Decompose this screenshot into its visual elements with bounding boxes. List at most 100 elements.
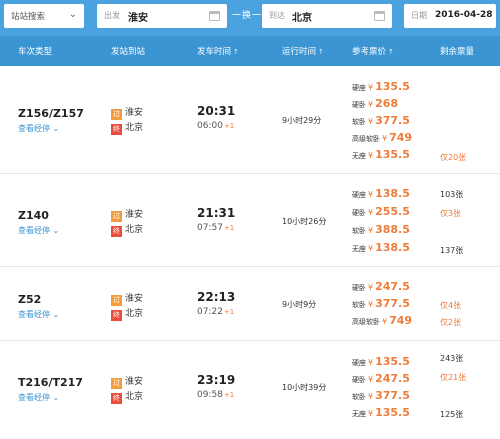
pass-tag: 过 <box>111 295 122 306</box>
to-station: 终北京 <box>111 120 143 135</box>
yen-sign: ¥ <box>368 409 374 418</box>
to-station: 终北京 <box>111 389 143 404</box>
station-search-label: 站站搜索 <box>11 12 46 22</box>
yen-sign: ¥ <box>368 358 374 367</box>
chevron-down-icon: ⌄ <box>52 124 60 133</box>
train-number[interactable]: Z52 <box>18 293 41 306</box>
arrival-time-value: 06:00 <box>197 121 223 131</box>
from-station: 过淮安 <box>111 105 143 120</box>
price-value: 135.5 <box>375 148 410 161</box>
chevron-down-icon: ⌄ <box>52 226 60 235</box>
yen-sign: ¥ <box>368 100 374 109</box>
date-value: 2016-04-28 <box>435 10 493 20</box>
price-value: 135.5 <box>375 406 410 419</box>
station-search-select[interactable]: 站站搜索 ⌄ <box>4 4 84 28</box>
next-day-mark: +1 <box>223 391 235 399</box>
from-station-name: 淮安 <box>125 210 144 220</box>
next-day-mark: +1 <box>223 308 235 316</box>
price-value: 377.5 <box>375 114 410 127</box>
price-line: 硬卧 ¥268 <box>352 97 398 110</box>
from-station-name: 淮安 <box>125 108 144 118</box>
departure-time: 20:31 <box>197 104 236 118</box>
from-label: 出发 <box>104 11 120 20</box>
col-duration[interactable]: 运行时间 ↑ <box>282 45 324 57</box>
arrival-time-value: 07:22 <box>197 307 223 317</box>
arrival-time: 06:00+1 <box>197 121 234 131</box>
from-station-field[interactable]: 出发 淮安 <box>97 4 227 28</box>
pass-tag: 过 <box>111 211 122 222</box>
table-row: T216/T217 查看经停 ⌄ 过淮安 终北京 23:19 09:58+1 1… <box>0 341 500 439</box>
departure-time: 21:31 <box>197 206 236 220</box>
run-duration: 10小时26分 <box>282 217 327 226</box>
chevron-down-icon: ⌄ <box>52 393 60 402</box>
price-line: 硬卧 ¥247.5 <box>352 280 410 293</box>
date-field[interactable]: 日期 2016-04-28 <box>404 4 496 28</box>
view-stops-link[interactable]: 查看经停 ⌄ <box>18 309 59 320</box>
departure-time: 23:19 <box>197 373 236 387</box>
col-price-label: 参考票价 <box>352 47 387 57</box>
col-dep-time-label: 发车时间 <box>197 47 232 57</box>
table-row: Z140 查看经停 ⌄ 过淮安 终北京 21:31 07:57+1 10小时26… <box>0 174 500 267</box>
seat-type: 软卧 <box>352 301 366 309</box>
seat-type: 硬座 <box>352 359 366 367</box>
yen-sign: ¥ <box>368 300 374 309</box>
seat-type: 软卧 <box>352 393 366 401</box>
seat-type: 硬卧 <box>352 101 366 109</box>
price-value: 247.5 <box>375 372 410 385</box>
view-stops-link[interactable]: 查看经停 ⌄ <box>18 392 59 403</box>
col-train-type[interactable]: 车次类型 <box>18 45 52 57</box>
pass-tag: 过 <box>111 109 122 120</box>
sort-up-icon: ↑ <box>388 48 394 56</box>
sort-up-icon: ↑ <box>318 48 324 56</box>
price-line: 硬卧 ¥255.5 <box>352 205 410 218</box>
price-line: 无座 ¥138.5 <box>352 241 410 254</box>
remaining-tickets: 103张 <box>440 190 464 199</box>
yen-sign: ¥ <box>368 83 374 92</box>
price-line: 高级软卧 ¥749 <box>352 131 412 144</box>
search-bar: 站站搜索 ⌄ 出发 淮安 一换一 到达 北京 日期 2016-04-28 <box>0 0 500 36</box>
view-stops-label: 查看经停 <box>18 393 50 402</box>
price-line: 硬座 ¥135.5 <box>352 80 410 93</box>
price-line: 硬座 ¥135.5 <box>352 355 410 368</box>
price-value: 135.5 <box>375 80 410 93</box>
from-station: 过淮安 <box>111 374 143 389</box>
chevron-down-icon: ⌄ <box>52 310 60 319</box>
swap-button[interactable]: 一换一 <box>232 8 262 21</box>
price-line: 无座 ¥135.5 <box>352 148 410 161</box>
seat-type: 硬卧 <box>352 209 366 217</box>
from-station-name: 淮安 <box>125 377 144 387</box>
sort-up-icon: ↑ <box>233 48 239 56</box>
col-price[interactable]: 参考票价 ↑ <box>352 45 394 57</box>
train-number[interactable]: Z140 <box>18 209 49 222</box>
view-stops-link[interactable]: 查看经停 ⌄ <box>18 225 59 236</box>
chevron-down-icon: ⌄ <box>68 9 77 20</box>
price-value: 377.5 <box>375 297 410 310</box>
price-value: 247.5 <box>375 280 410 293</box>
train-number[interactable]: T216/T217 <box>18 376 83 389</box>
yen-sign: ¥ <box>368 283 374 292</box>
price-line: 硬座 ¥138.5 <box>352 187 410 200</box>
view-stops-link[interactable]: 查看经停 ⌄ <box>18 123 59 134</box>
price-value: 255.5 <box>375 205 410 218</box>
to-station-field[interactable]: 到达 北京 <box>262 4 392 28</box>
yen-sign: ¥ <box>368 117 374 126</box>
remaining-tickets: 137张 <box>440 246 464 255</box>
next-day-mark: +1 <box>223 122 235 130</box>
col-duration-label: 运行时间 <box>282 47 317 57</box>
price-value: 268 <box>375 97 399 110</box>
table-header: 车次类型 发站到站 发车时间 ↑ 运行时间 ↑ 参考票价 ↑ 剩余票量 <box>0 36 500 66</box>
price-value: 749 <box>389 314 413 327</box>
view-stops-label: 查看经停 <box>18 124 50 133</box>
remaining-tickets: 仅4张 <box>440 301 462 310</box>
col-dep-time[interactable]: 发车时间 ↑ <box>197 45 239 57</box>
end-tag: 终 <box>111 310 122 321</box>
to-station-name: 北京 <box>125 392 144 402</box>
seat-type: 高级软卧 <box>352 318 380 326</box>
yen-sign: ¥ <box>368 392 374 401</box>
seat-type: 硬座 <box>352 191 366 199</box>
arrival-time: 09:58+1 <box>197 390 234 400</box>
train-number[interactable]: Z156/Z157 <box>18 107 84 120</box>
to-station-name: 北京 <box>125 309 144 319</box>
to-value: 北京 <box>292 13 312 24</box>
from-station: 过淮安 <box>111 207 143 222</box>
